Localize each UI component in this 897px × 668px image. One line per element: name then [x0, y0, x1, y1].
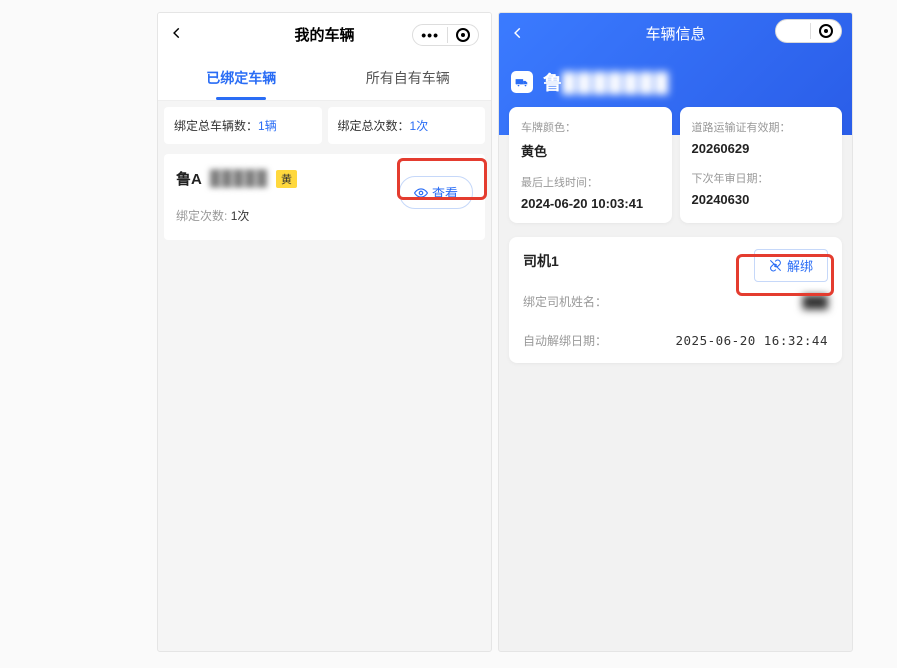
- capsule-divider: [810, 23, 811, 39]
- more-dots-icon[interactable]: •••: [421, 27, 439, 43]
- tab-bound-vehicles[interactable]: 已绑定车辆: [158, 56, 325, 100]
- stat-total-value: 1辆: [258, 119, 277, 133]
- truck-icon: [511, 71, 533, 93]
- view-button[interactable]: 查看: [399, 176, 473, 209]
- bind-times: 绑定次数: 1次: [176, 207, 473, 224]
- stat-times-label: 绑定总次数：: [338, 119, 410, 133]
- stat-total-vehicles: 绑定总车辆数：1辆: [164, 107, 322, 144]
- stat-times-value: 1次: [410, 119, 429, 133]
- unlink-icon: [769, 259, 782, 272]
- driver-name-row: 绑定司机姓名： ███: [523, 293, 828, 310]
- info-cards-row: 车牌颜色： 黄色 最后上线时间： 2024-06-20 10:03:41 道路运…: [509, 107, 842, 223]
- stat-total-times: 绑定总次数：1次: [328, 107, 486, 144]
- view-button-label: 查看: [432, 183, 458, 202]
- info-card-left: 车牌颜色： 黄色 最后上线时间： 2024-06-20 10:03:41: [509, 107, 672, 223]
- plate-color-value: 黄色: [521, 141, 660, 160]
- header-plate: 鲁███████: [511, 68, 840, 95]
- screen-my-vehicles: 我的车辆 ••• 已绑定车辆 所有自有车辆 绑定总车辆数：1辆 绑定总次数：1次…: [157, 12, 492, 652]
- driver-name-value: ███: [802, 295, 828, 309]
- left-navbar: 我的车辆 •••: [158, 13, 491, 56]
- info-card-right: 道路运输证有效期： 20260629 下次年审日期： 20240630: [680, 107, 843, 223]
- big-plate-prefix: 鲁: [543, 73, 562, 94]
- tab-own-vehicles[interactable]: 所有自有车辆: [325, 56, 492, 100]
- plate-masked: █████: [210, 170, 268, 187]
- plate-color-tag: 黄: [276, 170, 297, 188]
- last-online-value: 2024-06-20 10:03:41: [521, 196, 660, 211]
- auto-unbind-value: 2025-06-20 16:32:44: [676, 333, 829, 348]
- capsule-divider: [447, 27, 448, 43]
- target-icon[interactable]: [456, 28, 470, 42]
- auto-unbind-row: 自动解绑日期： 2025-06-20 16:32:44: [523, 332, 828, 349]
- unbind-button[interactable]: 解绑: [754, 249, 828, 282]
- vehicle-card: 鲁A █████ 黄 绑定次数: 1次 查看: [164, 154, 485, 240]
- driver-name-label: 绑定司机姓名：: [523, 293, 607, 310]
- eye-icon: [414, 186, 428, 200]
- big-plate: 鲁███████: [543, 68, 670, 95]
- tabs-bar: 已绑定车辆 所有自有车辆: [158, 56, 491, 101]
- stat-row: 绑定总车辆数：1辆 绑定总次数：1次: [158, 101, 491, 150]
- plate-color-label: 车牌颜色：: [521, 119, 660, 135]
- driver-card: 司机1 解绑 绑定司机姓名： ███ 自动解绑日期： 2025-06-20 16…: [509, 237, 842, 363]
- screen-vehicle-info: 车辆信息 ••• 鲁███████ 车牌颜色： 黄色 最后上线时间： 2024-…: [498, 12, 853, 652]
- unbind-button-label: 解绑: [787, 256, 813, 275]
- capsule-menu: •••: [412, 24, 479, 46]
- next-inspection-value: 20240630: [692, 192, 831, 207]
- last-online-label: 最后上线时间：: [521, 174, 660, 190]
- more-dots-icon[interactable]: •••: [784, 23, 802, 39]
- bind-times-value: 1次: [231, 209, 250, 223]
- stat-total-label: 绑定总车辆数：: [174, 119, 258, 133]
- back-arrow-icon[interactable]: [511, 23, 525, 45]
- target-icon[interactable]: [819, 24, 833, 38]
- bind-times-label: 绑定次数:: [176, 209, 227, 223]
- capsule-menu: •••: [775, 19, 842, 43]
- next-inspection-label: 下次年审日期：: [692, 170, 831, 186]
- page-title: 车辆信息: [645, 23, 705, 44]
- big-plate-masked: ███████: [562, 73, 670, 94]
- road-cert-value: 20260629: [692, 141, 831, 156]
- page-title: 我的车辆: [294, 24, 354, 45]
- back-arrow-icon[interactable]: [170, 23, 184, 46]
- road-cert-label: 道路运输证有效期：: [692, 119, 831, 135]
- plate-prefix: 鲁A: [176, 168, 202, 189]
- auto-unbind-label: 自动解绑日期：: [523, 332, 607, 349]
